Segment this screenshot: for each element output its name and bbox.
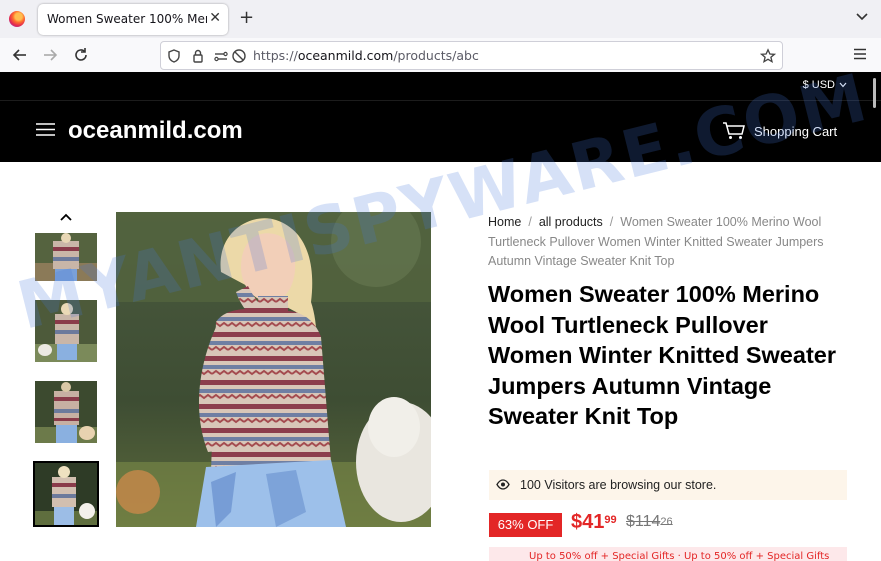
shopping-cart-link[interactable]: Shopping Cart — [754, 124, 837, 139]
store-logo[interactable]: oceanmild.com — [68, 117, 243, 145]
sale-price-cents: 99 — [604, 514, 617, 526]
eye-icon — [496, 479, 510, 490]
app-menu-icon[interactable] — [853, 48, 867, 60]
menu-hamburger-icon[interactable] — [36, 123, 55, 136]
discount-badge: 63% OFF — [489, 513, 562, 537]
promo-text: Up to 50% off + Special Gifts · Up to 50… — [529, 551, 830, 561]
url-bar[interactable]: https://oceanmild.com/products/abc — [160, 41, 783, 70]
sale-price: $4199 — [571, 511, 617, 534]
original-price: $11426 — [626, 513, 673, 531]
product-thumbnail-active[interactable] — [33, 461, 99, 527]
product-thumbnail[interactable] — [35, 233, 97, 281]
firefox-logo-icon — [9, 11, 25, 27]
new-tab-button[interactable]: + — [239, 8, 254, 28]
thumbnail-image — [35, 300, 97, 362]
url-path: /products/abc — [393, 48, 479, 63]
product-thumbnail[interactable] — [35, 381, 97, 443]
shopping-cart-icon[interactable] — [722, 122, 746, 140]
tracking-protection-shield-icon[interactable] — [166, 48, 182, 64]
thumbnail-image — [35, 463, 97, 525]
tab-title: Women Sweater 100% Merino — [47, 12, 207, 26]
list-all-tabs-chevron-icon[interactable] — [855, 10, 869, 24]
bookmark-star-icon[interactable] — [760, 48, 776, 64]
browser-tab-bar: Women Sweater 100% Merino ✕ + — [0, 0, 881, 38]
visitors-notice: 100 Visitors are browsing our store. — [489, 470, 847, 500]
site-header: oceanmild.com Shopping Cart — [0, 100, 881, 162]
visitors-text: 100 Visitors are browsing our store. — [520, 478, 717, 492]
breadcrumb-separator: / — [609, 215, 614, 229]
forward-arrow-icon[interactable] — [40, 45, 60, 65]
url-prefix: https:// — [253, 48, 298, 63]
original-price-main: $114 — [626, 513, 661, 530]
autoplay-blocked-icon[interactable] — [231, 48, 247, 64]
reload-icon[interactable] — [71, 45, 91, 65]
thumbnail-image — [35, 233, 97, 281]
breadcrumb: Home / all products / Women Sweater 100% Mer… — [488, 213, 838, 272]
sale-price-main: $41 — [571, 511, 605, 533]
url-domain: oceanmild.com — [297, 48, 394, 63]
back-arrow-icon[interactable] — [10, 45, 30, 65]
product-photo — [116, 212, 431, 527]
original-price-cents: 26 — [660, 516, 673, 528]
announcement-bar: $ USD — [0, 72, 881, 100]
lock-icon[interactable] — [190, 48, 206, 64]
browser-tab[interactable]: Women Sweater 100% Merino ✕ — [38, 4, 228, 35]
tab-close-icon[interactable]: ✕ — [209, 10, 221, 26]
product-thumbnail[interactable] — [35, 300, 97, 362]
page-scrollbar[interactable] — [873, 78, 876, 108]
product-title: Women Sweater 100% Merino Wool Turtlenec… — [488, 281, 836, 430]
breadcrumb-all-products-link[interactable]: all products — [539, 215, 603, 229]
permissions-icon[interactable] — [213, 48, 229, 64]
chevron-down-icon — [839, 82, 847, 88]
breadcrumb-separator: / — [528, 215, 532, 229]
currency-selector[interactable]: $ USD — [803, 79, 847, 91]
gallery-up-chevron-icon[interactable] — [59, 212, 73, 222]
promo-bar: Up to 50% off + Special Gifts · Up to 50… — [489, 547, 847, 561]
thumbnail-image — [35, 381, 97, 443]
product-main-image[interactable] — [116, 212, 431, 527]
url-text[interactable]: https://oceanmild.com/products/abc — [253, 48, 479, 63]
browser-nav-bar: https://oceanmild.com/products/abc — [0, 38, 881, 73]
breadcrumb-home-link[interactable]: Home — [488, 215, 521, 229]
currency-label: $ USD — [802, 79, 835, 91]
